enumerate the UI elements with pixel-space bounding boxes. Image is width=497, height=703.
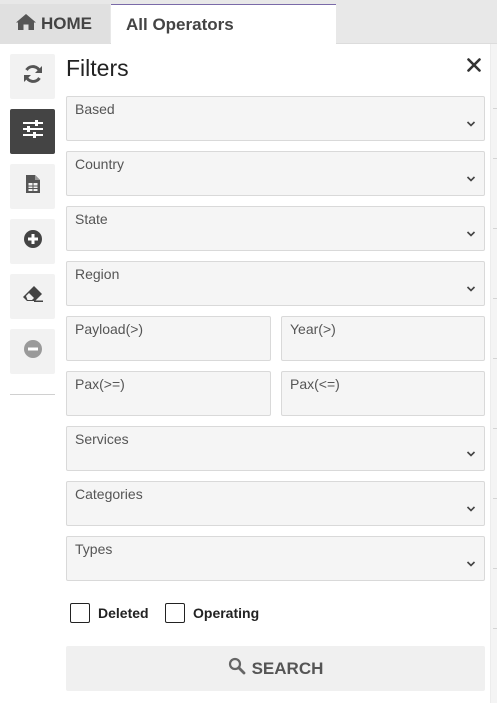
minus-circle-icon — [23, 339, 43, 364]
export-spreadsheet-button[interactable] — [10, 164, 55, 209]
close-filters-button[interactable] — [463, 56, 485, 78]
search-button-label: SEARCH — [251, 658, 324, 678]
categories-label: Categories — [75, 486, 143, 502]
filters-toggle-button[interactable] — [10, 109, 55, 154]
payload-input[interactable]: Payload(>) — [66, 316, 271, 361]
state-select[interactable]: State — [66, 206, 485, 251]
services-select[interactable]: Services — [66, 426, 485, 471]
tab-home-label: HOME — [41, 14, 92, 33]
chevron-down-icon — [466, 500, 476, 518]
eraser-icon — [22, 285, 44, 308]
tab-all-operators[interactable]: All Operators — [111, 4, 336, 45]
region-select[interactable]: Region — [66, 261, 485, 306]
deleted-label[interactable]: Deleted — [98, 605, 149, 621]
payload-label: Payload(>) — [75, 321, 144, 337]
tab-all-operators-label: All Operators — [126, 15, 234, 34]
remove-button[interactable] — [10, 329, 55, 374]
year-label: Year(>) — [290, 321, 336, 337]
operating-label[interactable]: Operating — [193, 605, 259, 621]
chevron-down-icon — [466, 115, 476, 133]
refresh-button[interactable] — [10, 54, 55, 99]
background-page-edge — [490, 44, 497, 703]
types-label: Types — [75, 541, 113, 557]
chevron-down-icon — [466, 555, 476, 573]
close-icon — [467, 57, 481, 77]
deleted-checkbox[interactable] — [70, 603, 90, 623]
categories-select[interactable]: Categories — [66, 481, 485, 526]
pax-min-input[interactable]: Pax(>=) — [66, 371, 271, 416]
operating-checkbox[interactable] — [165, 603, 185, 623]
chevron-down-icon — [466, 225, 476, 243]
filters-title: Filters — [66, 55, 129, 81]
country-select[interactable]: Country — [66, 151, 485, 196]
toolbar-divider — [10, 394, 55, 395]
based-select[interactable]: Based — [66, 96, 485, 141]
home-icon — [15, 13, 41, 36]
search-button[interactable]: SEARCH — [66, 646, 485, 691]
state-label: State — [75, 211, 108, 227]
sliders-icon — [22, 119, 44, 144]
region-label: Region — [75, 266, 120, 282]
operating-checkbox-row: Operating — [165, 603, 259, 623]
pax-max-label: Pax(<=) — [290, 376, 340, 392]
clear-filters-button[interactable] — [10, 274, 55, 319]
refresh-icon — [22, 63, 44, 90]
deleted-checkbox-row: Deleted — [70, 603, 149, 623]
pax-max-input[interactable]: Pax(<=) — [281, 371, 485, 416]
tab-home[interactable]: HOME — [0, 4, 110, 44]
based-label: Based — [75, 101, 115, 117]
services-label: Services — [75, 431, 129, 447]
search-icon — [228, 657, 252, 680]
pax-min-label: Pax(>=) — [75, 376, 125, 392]
chevron-down-icon — [466, 280, 476, 298]
country-label: Country — [75, 156, 125, 172]
tab-bar: HOME All Operators — [0, 0, 497, 45]
add-button[interactable] — [10, 219, 55, 264]
plus-circle-icon — [23, 229, 43, 254]
types-select[interactable]: Types — [66, 536, 485, 581]
year-input[interactable]: Year(>) — [281, 316, 485, 361]
spreadsheet-icon — [25, 174, 41, 199]
chevron-down-icon — [466, 170, 476, 188]
chevron-down-icon — [466, 445, 476, 463]
